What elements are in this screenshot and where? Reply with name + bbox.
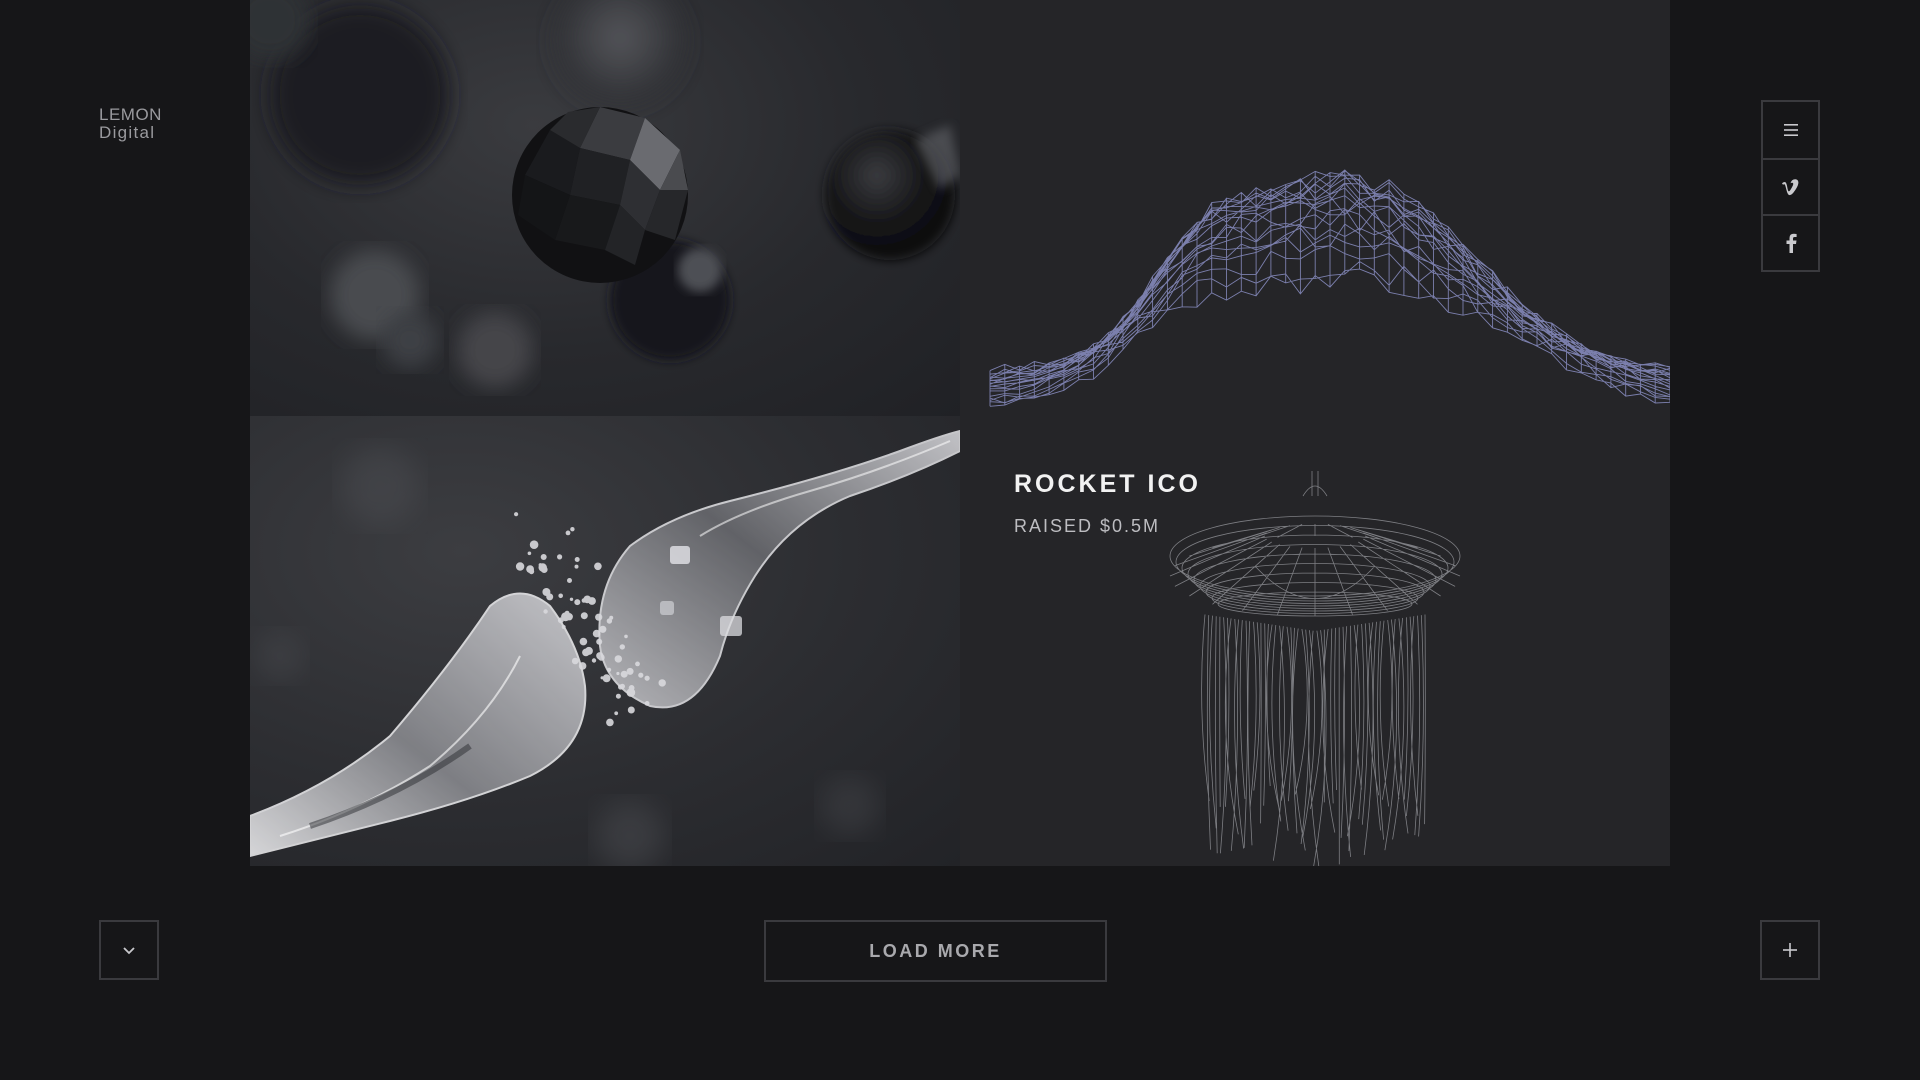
synapse-image [250, 429, 960, 866]
synapse-vesicle [580, 612, 588, 620]
synapse-vesicle [618, 684, 624, 690]
synapse-vesicle [561, 625, 566, 629]
synapse-vesicle [588, 597, 596, 605]
synapse-vesicle [527, 551, 532, 556]
synapse-vesicle [606, 718, 614, 727]
synapse-vesicle [614, 711, 619, 716]
vimeo-icon [1781, 179, 1798, 196]
synapse-vesicle [615, 693, 621, 699]
mountain-wireframe-mesh [989, 169, 1670, 407]
synapse-vesicle [626, 688, 636, 697]
synapse-vesicle [561, 612, 571, 622]
synapse-vesicle [635, 661, 640, 667]
scroll-down-button[interactable] [99, 920, 159, 980]
project-grid: ROCKET ICO RAISED $0.5M [250, 0, 1670, 866]
synapse-vesicle [567, 578, 572, 583]
synapse-vesicle [571, 657, 579, 665]
synapse-vesicle [540, 554, 547, 560]
synapse-vesicle [638, 672, 644, 678]
add-button[interactable] [1760, 920, 1820, 980]
jellyfish-wireframe-mesh [1169, 471, 1461, 866]
synapse-vesicle [624, 634, 628, 639]
project-tile-spheres[interactable] [250, 0, 960, 416]
synapse-vesicle [627, 706, 635, 714]
synapse-vesicle [578, 662, 587, 670]
synapse-vesicle [606, 618, 613, 624]
synapse-vesicle [619, 644, 625, 650]
load-more-button[interactable]: LOAD MORE [764, 920, 1107, 982]
synapse-vesicle [614, 655, 622, 663]
synapse-vesicle [529, 540, 539, 549]
synapse-vesicle [592, 629, 601, 638]
synapse-vesicle [557, 554, 563, 560]
project-title: ROCKET ICO [1014, 470, 1201, 498]
synapse-vesicle [581, 598, 587, 603]
synapse-vesicle [540, 566, 548, 573]
synapse-vesicle [644, 701, 650, 706]
synapse-vesicle [591, 658, 597, 663]
synapse-vesicle [514, 512, 519, 517]
brand-logo-line1: LEMON [99, 105, 162, 124]
chevron-down-icon [123, 947, 135, 955]
synapse-vesicle [607, 667, 612, 672]
facebook-button[interactable] [1763, 214, 1818, 270]
synapse-vesicle [658, 679, 666, 687]
synapse-vesicle [602, 674, 611, 683]
synapse-vesicle [570, 527, 575, 532]
synapse-vesicle [574, 599, 581, 606]
synapse-vesicle [596, 638, 603, 645]
synapse-vesicle [644, 675, 650, 681]
brand-logo[interactable]: LEMON Digital [99, 106, 162, 142]
synapse-vesicle [565, 530, 571, 536]
project-tile-wireframe[interactable] [960, 0, 1670, 416]
synapse-vesicle [546, 593, 554, 601]
facebook-icon [1786, 233, 1797, 253]
side-nav [1761, 100, 1820, 272]
synapse-vesicle [600, 676, 604, 680]
plus-icon [1783, 943, 1797, 957]
synapse-vesicle [574, 557, 580, 562]
page: LEMON Digital ROCKET ICO RAISED $0.5M LO… [0, 0, 1920, 1080]
synapse-vesicle [569, 597, 574, 601]
synapse-vesicle [528, 568, 535, 575]
synapse-vesicle [616, 671, 620, 676]
synapse-vesicle [594, 562, 602, 571]
synapse-vesicle [595, 613, 603, 621]
project-subtitle: RAISED $0.5M [1014, 516, 1161, 536]
synapse-vesicle [620, 670, 628, 678]
vimeo-button[interactable] [1763, 158, 1818, 214]
menu-button[interactable] [1763, 102, 1818, 158]
synapse-vesicle [515, 562, 525, 571]
synapse-vesicle [574, 564, 579, 569]
synapse-vesicle [543, 609, 548, 614]
synapse-vesicle [582, 648, 590, 657]
synapse-vesicle [558, 593, 563, 599]
menu-icon [1783, 124, 1798, 136]
project-tile-synapse[interactable] [250, 416, 960, 866]
brand-logo-line2: Digital [99, 122, 156, 142]
project-tile-rocket-ico[interactable]: ROCKET ICO RAISED $0.5M [960, 416, 1670, 866]
wireframe-mountain-image [989, 169, 1670, 407]
synapse-vesicle [599, 625, 607, 633]
spheres-image [250, 0, 960, 388]
synapse-vesicle [579, 637, 588, 646]
synapse-vesicle [598, 654, 605, 661]
